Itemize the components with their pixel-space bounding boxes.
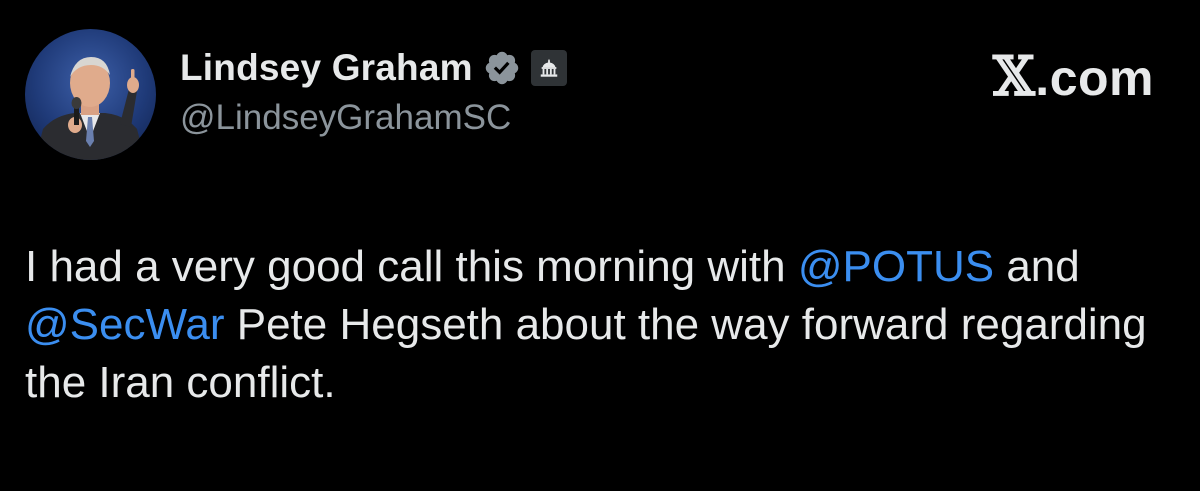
tweet-card: Lindsey Graham @LindseyGrahamSC 𝕏.com I … [0,0,1200,491]
x-com-brand: 𝕏.com [993,44,1154,108]
x-logo-icon: 𝕏 [992,44,1036,108]
avatar[interactable] [25,29,156,160]
author-handle[interactable]: @LindseyGrahamSC [180,98,511,138]
government-building-icon[interactable] [530,50,567,86]
author-name-row: Lindsey Graham [180,42,567,94]
mention-potus-link[interactable]: @POTUS [798,242,994,291]
tweet-text: I had a very good call this morning with… [25,238,1175,412]
brand-domain-text: .com [1035,50,1154,106]
tweet-text-segment: and [994,242,1080,291]
tweet-text-segment: I had a very good call this morning with [25,242,798,291]
author-display-name[interactable]: Lindsey Graham [180,47,473,89]
mention-secwar-link[interactable]: @SecWar [25,300,225,349]
verified-badge-icon[interactable] [483,49,521,87]
